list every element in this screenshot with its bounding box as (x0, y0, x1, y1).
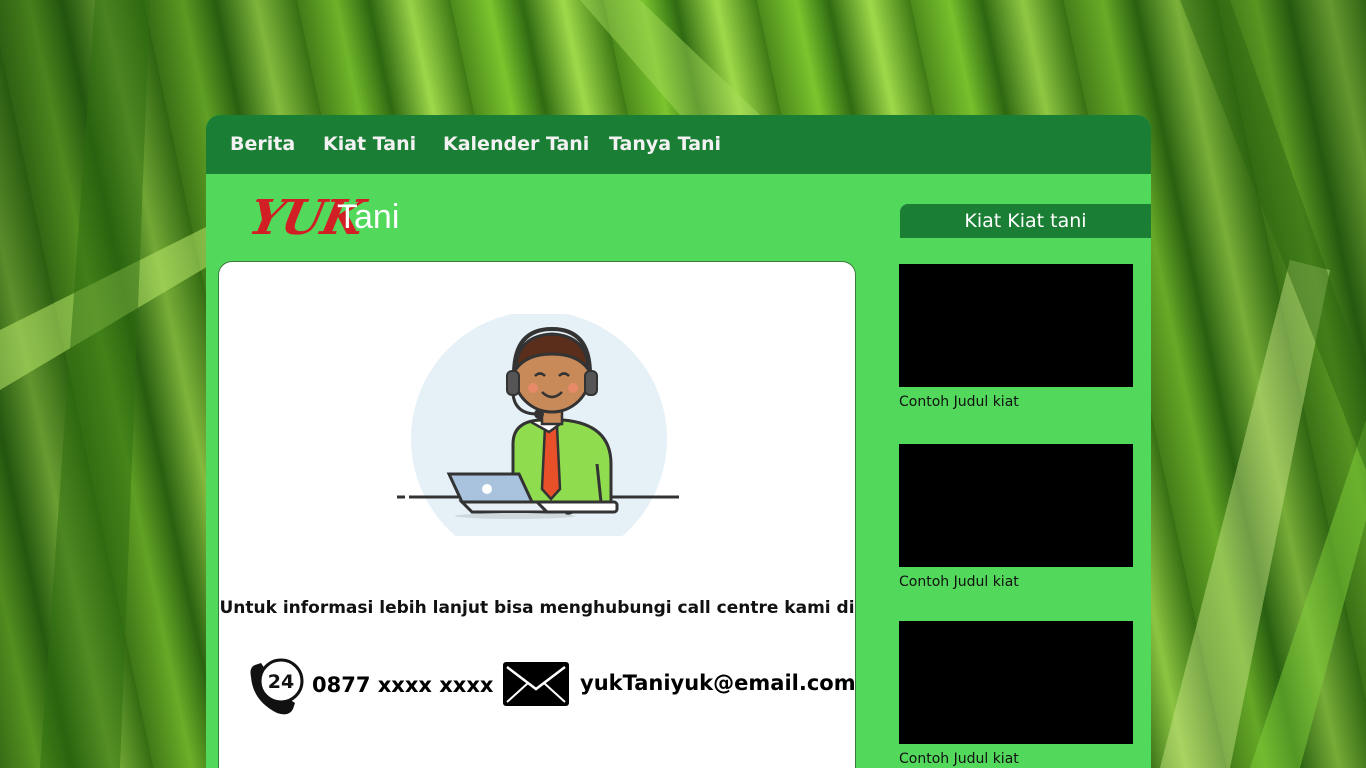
nav-item-tanya-tani[interactable]: Tanya Tani (609, 133, 721, 155)
kiat-thumbnail[interactable] (899, 621, 1133, 744)
support-agent-illustration (397, 314, 679, 536)
phone-24-icon: 24 (250, 658, 304, 715)
kiat-thumbnail[interactable] (899, 264, 1133, 387)
kiat-caption[interactable]: Contoh Judul kiat (899, 394, 1019, 410)
nav-item-kalender-tani[interactable]: Kalender Tani (443, 133, 589, 155)
nav-item-kiat-tani[interactable]: Kiat Tani (323, 133, 416, 155)
email-address[interactable]: yukTaniyuk@email.com (580, 671, 856, 695)
main-panel: Berita Kiat Tani Kalender Tani Tanya Tan… (206, 115, 1151, 768)
logo-tani-text: Tani (337, 198, 400, 236)
top-navigation: Berita Kiat Tani Kalender Tani Tanya Tan… (206, 115, 1151, 174)
kiat-caption[interactable]: Contoh Judul kiat (899, 574, 1019, 590)
phone-number[interactable]: 0877 xxxx xxxx (312, 673, 493, 697)
contact-card: Untuk informasi lebih lanjut bisa menghu… (218, 261, 856, 768)
kiat-thumbnail[interactable] (899, 444, 1133, 567)
site-logo[interactable]: YUK Tani (244, 187, 430, 249)
kiat-caption[interactable]: Contoh Judul kiat (899, 751, 1019, 767)
nav-item-berita[interactable]: Berita (230, 133, 295, 155)
contact-info-text: Untuk informasi lebih lanjut bisa menghu… (219, 598, 855, 618)
phone-24-label: 24 (268, 671, 294, 693)
sidebar-title: Kiat Kiat tani (900, 204, 1151, 238)
mail-icon (503, 662, 569, 706)
